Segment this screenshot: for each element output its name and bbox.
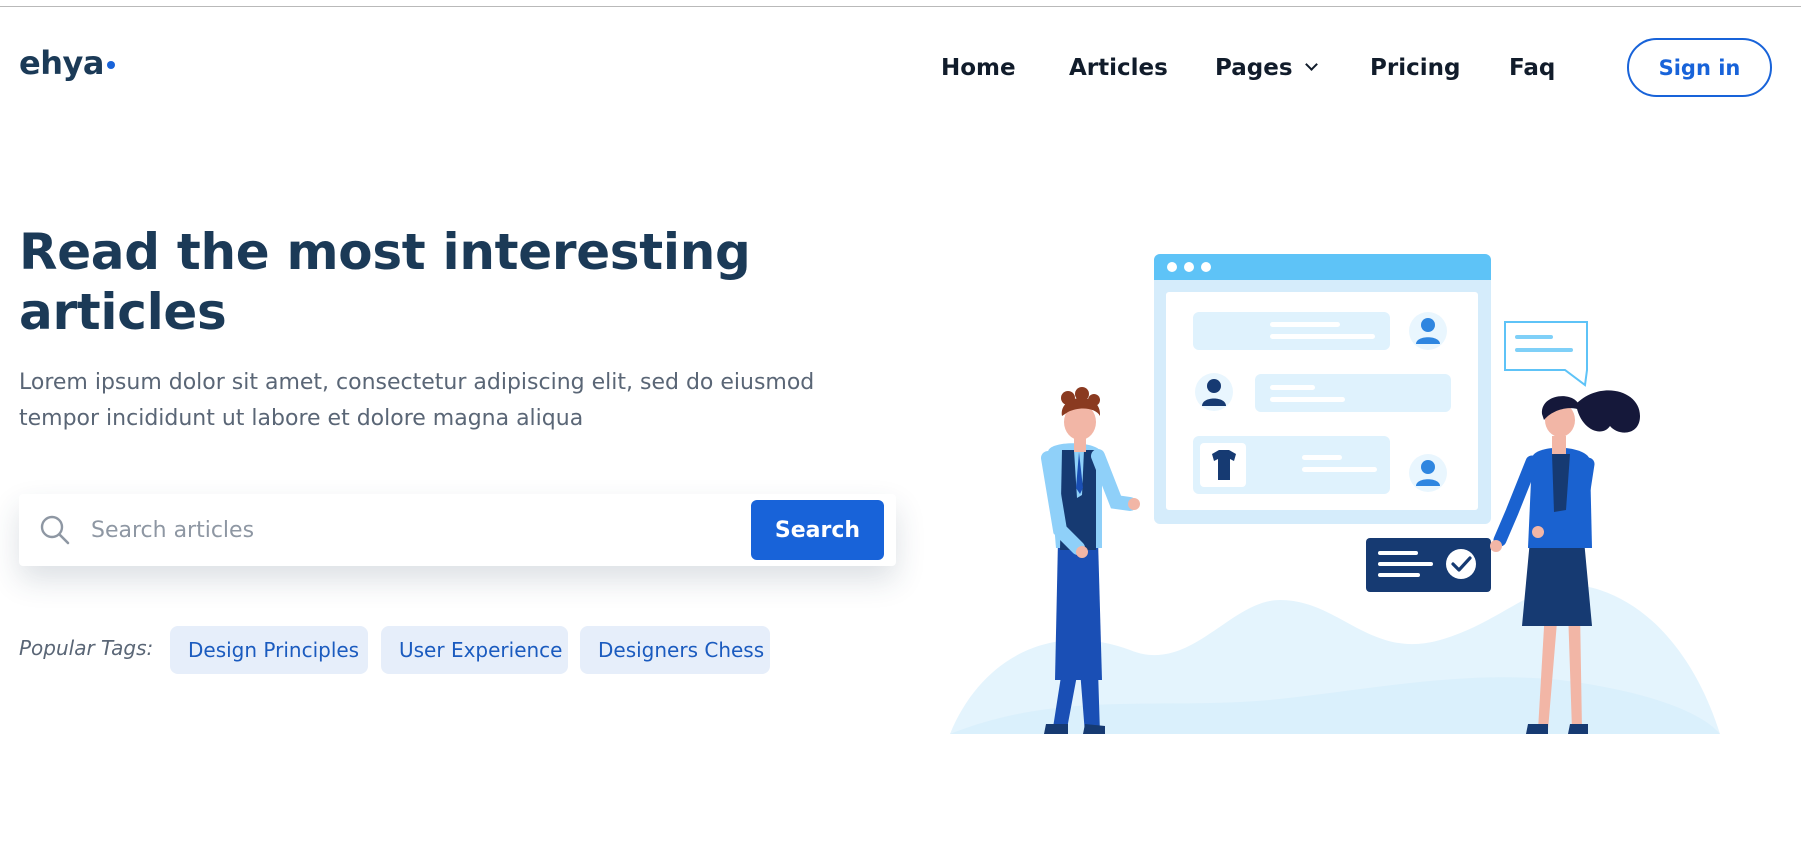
- search-input[interactable]: [91, 506, 741, 554]
- search-bar: Search: [19, 494, 896, 566]
- nav-item-home[interactable]: Home: [941, 55, 1016, 81]
- hero-title: Read the most interesting articles: [19, 223, 751, 341]
- nav-item-articles[interactable]: Articles: [1069, 55, 1168, 81]
- popular-tags-label: Popular Tags:: [19, 636, 154, 660]
- nav-item-pages[interactable]: Pages: [1215, 55, 1318, 81]
- nav-item-pricing[interactable]: Pricing: [1370, 55, 1460, 81]
- site-logo[interactable]: ehya: [19, 44, 104, 82]
- nav-item-pages-label: Pages: [1215, 55, 1293, 81]
- chevron-down-icon: [1304, 58, 1318, 71]
- tag-designers-chess[interactable]: Designers Chess: [580, 626, 770, 674]
- sign-in-button[interactable]: Sign in: [1627, 38, 1772, 97]
- tag-user-experience[interactable]: User Experience: [381, 626, 568, 674]
- site-header: ehya Home Articles Pages Pricing Faq Sig…: [0, 0, 1801, 120]
- checkmark-card-illustration: [1366, 538, 1491, 592]
- hero-illustration: [950, 254, 1720, 734]
- tag-design-principles[interactable]: Design Principles: [170, 626, 368, 674]
- hero-subtitle: Lorem ipsum dolor sit amet, consectetur …: [19, 370, 815, 431]
- logo-dot: [107, 61, 115, 69]
- browser-window-illustration: [1154, 254, 1491, 524]
- search-button[interactable]: Search: [751, 500, 884, 560]
- speech-bubble-illustration: [1504, 321, 1588, 387]
- nav-item-faq[interactable]: Faq: [1509, 55, 1555, 81]
- search-icon: [40, 515, 70, 545]
